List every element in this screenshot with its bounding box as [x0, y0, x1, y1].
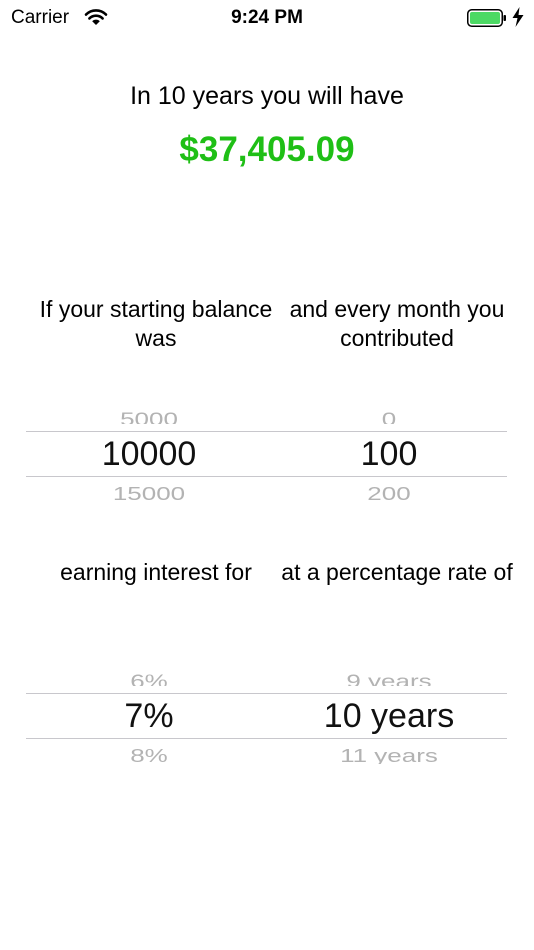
years-wheel[interactable]: 9 years 10 years 11 years	[269, 668, 509, 764]
picker-option-previous[interactable]: 6%	[29, 668, 269, 686]
picker-option-next[interactable]: 11 years	[269, 746, 509, 764]
picker-option-next[interactable]: 8%	[29, 746, 269, 764]
result-amount: $37,405.09	[179, 130, 355, 169]
monthly-contribution-wheel[interactable]: 0 100 200	[269, 406, 509, 502]
balance-contribution-picker: 5000 10000 15000 0 100 200	[26, 406, 507, 502]
result-headline: In 10 years you will have	[130, 82, 404, 110]
picker-option-selected[interactable]: 7%	[29, 696, 269, 736]
rate-years-picker: 6% 7% 8% 9 years 10 years 11 years	[26, 668, 507, 764]
status-bar: Carrier 9:24 PM	[0, 0, 534, 40]
starting-balance-wheel[interactable]: 5000 10000 15000	[29, 406, 269, 502]
picker-option-previous[interactable]: 0	[269, 406, 509, 424]
starting-balance-label: If your starting balance was	[39, 296, 273, 351]
picker-option-next[interactable]: 15000	[29, 484, 269, 502]
percentage-rate-label: at a percentage rate of	[281, 559, 513, 585]
status-time: 9:24 PM	[231, 7, 303, 28]
picker-option-selected[interactable]: 10 years	[269, 696, 509, 736]
monthly-contribution-label: and every month you contributed	[289, 296, 505, 351]
earning-interest-label: earning interest for	[60, 559, 252, 585]
battery-icon	[467, 9, 506, 27]
picker-option-previous[interactable]: 5000	[29, 406, 269, 424]
picker-option-selected[interactable]: 10000	[29, 434, 269, 474]
picker-option-previous[interactable]: 9 years	[269, 668, 509, 686]
interest-rate-wheel[interactable]: 6% 7% 8%	[29, 668, 269, 764]
picker-option-next[interactable]: 200	[269, 484, 509, 502]
charging-bolt-icon	[512, 7, 524, 27]
picker-option-selected[interactable]: 100	[269, 434, 509, 474]
